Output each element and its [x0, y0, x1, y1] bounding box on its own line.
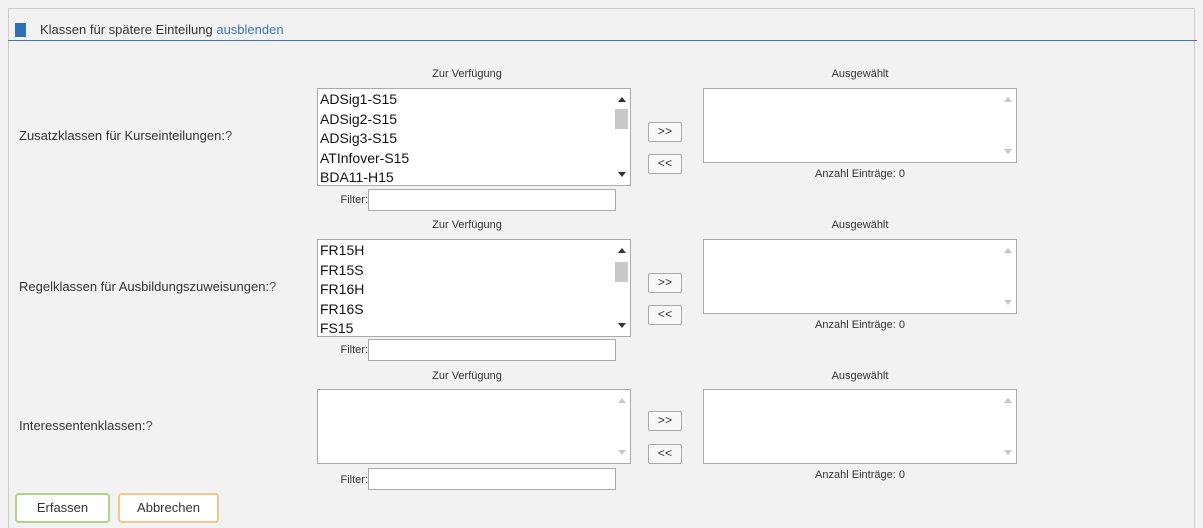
selected-count: Anzahl Einträge: 0	[815, 469, 905, 481]
remove-button[interactable]: <<	[648, 154, 682, 174]
row-label-regelklassen: Regelklassen für Ausbildungszuweisungen:…	[19, 279, 277, 294]
list-item[interactable]: FR16H	[320, 280, 364, 300]
scroll-down-icon[interactable]	[618, 172, 626, 177]
remove-button[interactable]: <<	[648, 305, 682, 325]
submit-button[interactable]: Erfassen	[15, 493, 110, 523]
selected-listbox[interactable]	[703, 389, 1017, 464]
available-listbox[interactable]: FR15H FR15S FR16H FR16S FS15	[317, 239, 631, 337]
list-item[interactable]: FS15	[320, 319, 364, 336]
list-item[interactable]: ADSig1-S15	[320, 90, 409, 110]
selected-listbox[interactable]	[703, 239, 1017, 314]
available-header: Zur Verfügung	[432, 68, 502, 80]
scroll-thumb[interactable]	[615, 109, 628, 129]
cancel-button[interactable]: Abbrechen	[118, 493, 219, 523]
help-icon[interactable]: ?	[145, 418, 152, 433]
list-item[interactable]: FR15H	[320, 241, 364, 261]
filter-input[interactable]	[368, 189, 616, 211]
add-button[interactable]: >>	[648, 411, 682, 431]
selected-header: Ausgewählt	[831, 219, 889, 231]
scroll-thumb[interactable]	[615, 262, 628, 282]
selected-header: Ausgewählt	[831, 68, 889, 80]
list-item[interactable]: FR15S	[320, 261, 364, 281]
section-title-text: Klassen für spätere Einteilung	[40, 22, 213, 37]
filter-label: Filter:	[340, 194, 369, 206]
scroll-down-icon	[1004, 300, 1012, 305]
scroll-down-icon	[618, 450, 626, 455]
list-item[interactable]: ADSig3-S15	[320, 129, 409, 149]
scroll-up-icon	[1004, 248, 1012, 253]
list-item[interactable]: ATInfover-S15	[320, 149, 409, 169]
help-icon[interactable]: ?	[269, 279, 276, 294]
listbox-scrollbar	[613, 390, 630, 463]
scroll-down-icon[interactable]	[618, 323, 626, 328]
filter-input[interactable]	[368, 339, 616, 361]
selected-listbox[interactable]	[703, 88, 1017, 163]
row-label-interessentenklassen: Interessentenklassen:?	[19, 418, 153, 433]
selected-count: Anzahl Einträge: 0	[815, 168, 905, 180]
scroll-down-icon	[1004, 450, 1012, 455]
available-header: Zur Verfügung	[432, 370, 502, 382]
available-listbox[interactable]: ADSig1-S15 ADSig2-S15 ADSig3-S15 ATInfov…	[317, 88, 631, 186]
listbox-scrollbar[interactable]	[613, 89, 630, 185]
help-icon[interactable]: ?	[225, 128, 232, 143]
section-title: Klassen für spätere Einteilung ausblende…	[40, 22, 284, 37]
scroll-up-icon	[1004, 97, 1012, 102]
filter-input[interactable]	[368, 468, 616, 490]
section-marker	[15, 23, 26, 37]
listbox-scrollbar	[999, 89, 1016, 162]
list-item[interactable]: BDA11-H15	[320, 168, 409, 185]
scroll-up-icon	[1004, 398, 1012, 403]
filter-label: Filter:	[340, 474, 369, 486]
listbox-scrollbar	[999, 390, 1016, 463]
listbox-scrollbar	[999, 240, 1016, 313]
selected-count: Anzahl Einträge: 0	[815, 319, 905, 331]
filter-label: Filter:	[340, 344, 369, 356]
scroll-up-icon[interactable]	[618, 97, 626, 102]
list-item[interactable]: FR16S	[320, 300, 364, 320]
scroll-up-icon[interactable]	[618, 248, 626, 253]
remove-button[interactable]: <<	[648, 444, 682, 464]
available-listbox[interactable]	[317, 389, 631, 464]
add-button[interactable]: >>	[648, 122, 682, 142]
available-header: Zur Verfügung	[432, 219, 502, 231]
row-label-zusatzklassen: Zusatzklassen für Kurseinteilungen:?	[19, 128, 233, 143]
list-item[interactable]: ADSig2-S15	[320, 110, 409, 130]
scroll-down-icon	[1004, 149, 1012, 154]
scroll-up-icon	[618, 398, 626, 403]
section-header: Klassen für spätere Einteilung ausblende…	[8, 16, 1197, 41]
add-button[interactable]: >>	[648, 273, 682, 293]
selected-header: Ausgewählt	[831, 370, 889, 382]
hide-section-link[interactable]: ausblenden	[216, 22, 283, 37]
listbox-scrollbar[interactable]	[613, 240, 630, 336]
